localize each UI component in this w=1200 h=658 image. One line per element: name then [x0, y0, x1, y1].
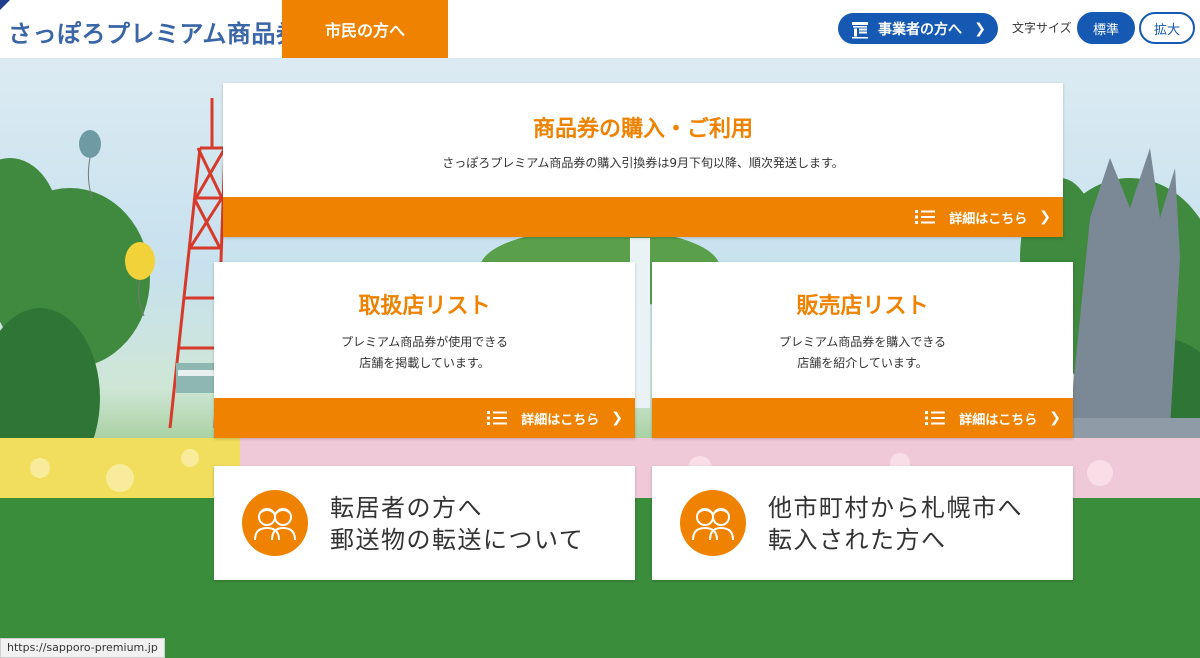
purchase-card[interactable]: 商品券の購入・ご利用 さっぽろプレミアム商品券の購入引換券は9月下旬以降、順次発… — [223, 83, 1063, 237]
details-link-label: 詳細はこちら — [959, 412, 1038, 428]
handling-stores-details-link[interactable]: 詳細はこちら ❯ — [214, 398, 635, 438]
business-button[interactable]: 事業者の方へ ❯ — [838, 13, 998, 44]
status-bar-url: https://sapporo-premium.jp — [0, 638, 165, 658]
moved-in-text: 他市町村から札幌市へ 転入された方へ — [768, 492, 1023, 556]
purchase-card-title: 商品券の購入・ご利用 — [532, 117, 753, 142]
site-header: さっぽろプレミアム商品券 市民の方へ 事業者の方へ ❯ 文字サイズ 標準 拡大 — [0, 0, 1200, 58]
moved-out-text: 転居者の方へ 郵送物の転送について — [330, 492, 584, 556]
list-icon — [915, 210, 936, 224]
purchase-card-desc: さっぽろプレミアム商品券の購入引換券は9月下旬以降、順次発送します。 — [442, 156, 844, 170]
handling-stores-card[interactable]: 取扱店リスト プレミアム商品券が使用できる 店舗を掲載しています。 詳細はこちら… — [214, 262, 635, 438]
sales-stores-title: 販売店リスト — [796, 294, 929, 319]
moved-in-line: 他市町村から札幌市へ — [768, 494, 1023, 522]
handling-stores-title: 取扱店リスト — [358, 294, 491, 319]
moved-in-card[interactable]: 他市町村から札幌市へ 転入された方へ — [652, 466, 1073, 580]
site-logo[interactable]: さっぽろプレミアム商品券 — [8, 14, 300, 49]
font-size-label: 文字サイズ — [1012, 21, 1072, 35]
details-link-label: 詳細はこちら — [949, 211, 1028, 227]
font-size-standard-button[interactable]: 標準 — [1077, 12, 1135, 44]
purchase-details-link[interactable]: 詳細はこちら ❯ — [223, 197, 1063, 237]
chevron-right-icon: ❯ — [974, 20, 986, 37]
moved-out-card[interactable]: 転居者の方へ 郵送物の転送について — [214, 466, 635, 580]
desc-line: プレミアム商品券を購入できる — [779, 335, 946, 349]
chevron-right-icon: ❯ — [611, 410, 623, 426]
font-size-large-button[interactable]: 拡大 — [1139, 12, 1195, 44]
people-icon — [242, 490, 308, 556]
moved-out-line: 転居者の方へ — [330, 494, 483, 522]
tab-citizen[interactable]: 市民の方へ — [282, 0, 448, 58]
details-link-label: 詳細はこちら — [521, 412, 600, 428]
moved-in-line: 転入された方へ — [768, 526, 947, 554]
building-icon — [852, 21, 868, 38]
business-button-label: 事業者の方へ — [878, 21, 962, 38]
sales-stores-desc: プレミアム商品券を購入できる 店舗を紹介しています。 — [652, 332, 1073, 374]
desc-line: 店舗を紹介しています。 — [797, 356, 928, 370]
desc-line: プレミアム商品券が使用できる — [341, 335, 508, 349]
chevron-right-icon: ❯ — [1039, 209, 1051, 225]
list-icon — [925, 411, 946, 425]
people-icon — [680, 490, 746, 556]
handling-stores-desc: プレミアム商品券が使用できる 店舗を掲載しています。 — [214, 332, 635, 374]
chevron-right-icon: ❯ — [1049, 410, 1061, 426]
moved-out-line: 郵送物の転送について — [330, 526, 585, 554]
list-icon — [487, 411, 508, 425]
desc-line: 店舗を掲載しています。 — [359, 356, 490, 370]
sales-stores-details-link[interactable]: 詳細はこちら ❯ — [652, 398, 1073, 438]
sales-stores-card[interactable]: 販売店リスト プレミアム商品券を購入できる 店舗を紹介しています。 詳細はこちら… — [652, 262, 1073, 438]
corner-mark — [0, 0, 10, 10]
